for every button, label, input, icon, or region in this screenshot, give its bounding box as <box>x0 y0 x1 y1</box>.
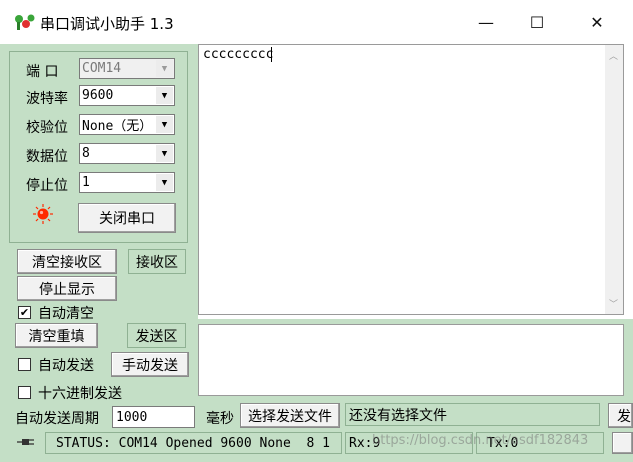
send-file-button[interactable]: 发 <box>608 403 633 428</box>
app-icon <box>15 14 35 30</box>
stopbits-value: 1 <box>82 175 90 190</box>
send-textarea[interactable] <box>198 324 624 396</box>
watermark: https://blog.csdn.net/asdf182843 <box>372 433 589 448</box>
stopbits-select[interactable]: 1 ▼ <box>79 172 175 193</box>
port-label: 端 口 <box>26 64 59 80</box>
stop-display-button[interactable]: 停止显示 <box>17 276 117 301</box>
databits-value: 8 <box>82 146 90 161</box>
receive-textarea[interactable]: ccccccccc ︿ ﹀ <box>198 44 624 315</box>
databits-select[interactable]: 8 ▼ <box>79 143 175 164</box>
status-led-icon <box>33 204 53 224</box>
file-status-field: 还没有选择文件 <box>345 403 600 426</box>
parity-value: None（无） <box>82 119 153 134</box>
parity-select[interactable]: None（无） ▼ <box>79 114 175 135</box>
receive-scrollbar[interactable]: ︿ ﹀ <box>605 45 623 314</box>
plug-icon <box>17 439 34 445</box>
chevron-down-icon[interactable]: ▼ <box>156 145 173 162</box>
databits-label: 数据位 <box>26 149 68 165</box>
parity-label: 校验位 <box>26 120 68 136</box>
hex-send-checkbox[interactable] <box>18 386 31 399</box>
counter-reset-button[interactable] <box>612 432 633 454</box>
chevron-down-icon[interactable]: ▼ <box>156 174 173 191</box>
chevron-down-icon[interactable]: ▼ <box>156 116 173 133</box>
close-icon[interactable]: ✕ <box>572 0 622 44</box>
select-file-button[interactable]: 选择发送文件 <box>240 403 340 428</box>
title-bar: 串口调试小助手 1.3 — ☐ ✕ <box>0 0 633 44</box>
baud-select[interactable]: 9600 ▼ <box>79 85 175 106</box>
auto-send-label: 自动发送 <box>38 358 94 374</box>
clear-send-button[interactable]: 清空重填 <box>15 323 98 348</box>
period-label: 自动发送周期 <box>15 411 99 427</box>
scroll-up-icon[interactable]: ︿ <box>609 49 618 62</box>
port-select[interactable]: COM14 ▼ <box>79 58 175 79</box>
stopbits-label: 停止位 <box>26 178 68 194</box>
clear-receive-button[interactable]: 清空接收区 <box>17 249 117 274</box>
hex-send-label: 十六进制发送 <box>38 386 122 402</box>
minimize-icon[interactable]: — <box>461 0 511 44</box>
manual-send-button[interactable]: 手动发送 <box>111 352 189 377</box>
receive-area-label: 接收区 <box>128 249 186 274</box>
baud-value: 9600 <box>82 88 114 103</box>
period-input[interactable]: 1000 <box>112 406 195 428</box>
auto-send-checkbox[interactable] <box>18 358 31 371</box>
text-caret <box>271 47 272 62</box>
receive-content: ccccccccc <box>203 47 274 62</box>
chevron-down-icon[interactable]: ▼ <box>156 87 173 104</box>
period-unit-label: 毫秒 <box>206 411 234 427</box>
close-port-button[interactable]: 关闭串口 <box>78 203 176 233</box>
auto-clear-label: 自动清空 <box>38 306 94 319</box>
baud-label: 波特率 <box>26 91 68 107</box>
scroll-down-icon[interactable]: ﹀ <box>609 297 618 310</box>
auto-clear-checkbox[interactable]: ✔ <box>18 306 31 319</box>
maximize-icon[interactable]: ☐ <box>512 0 562 44</box>
status-text: STATUS: COM14 Opened 9600 None 8 1 <box>45 432 342 454</box>
port-value: COM14 <box>82 61 122 76</box>
send-area-label: 发送区 <box>127 323 186 348</box>
chevron-down-icon[interactable]: ▼ <box>156 60 173 77</box>
window-title: 串口调试小助手 1.3 <box>40 15 174 33</box>
